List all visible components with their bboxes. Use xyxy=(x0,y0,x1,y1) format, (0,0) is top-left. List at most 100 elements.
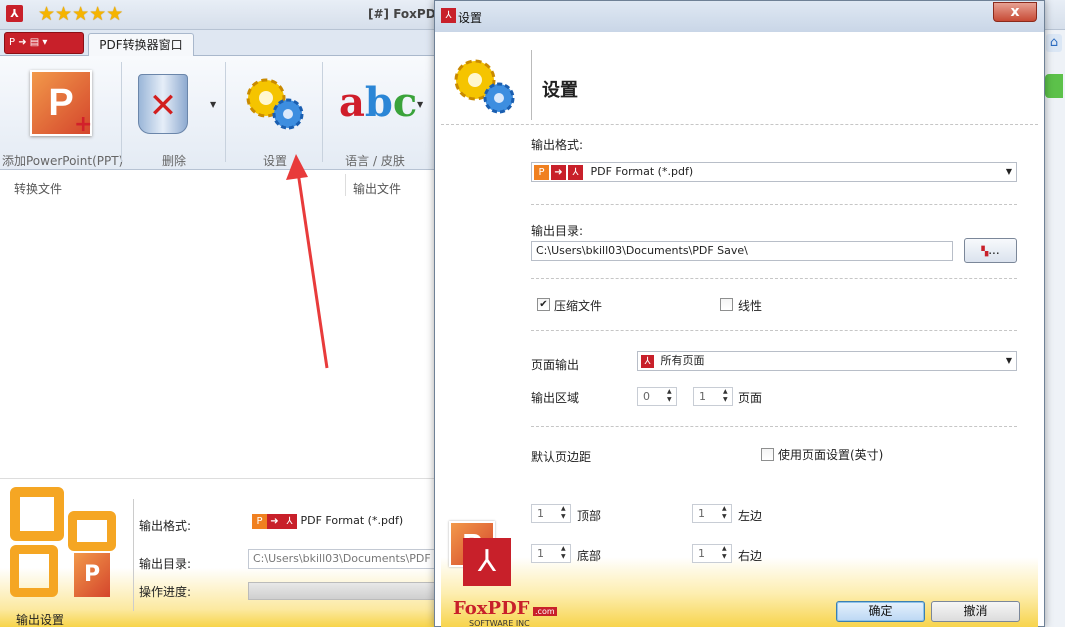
separator xyxy=(531,204,1017,205)
dir-label: 输出目录: xyxy=(139,557,192,571)
spin-down-icon[interactable]: ▼ xyxy=(722,553,730,561)
range-to-value: 1 xyxy=(699,390,706,403)
browse-button[interactable]: ▚... xyxy=(964,238,1017,263)
ppt-icon: P xyxy=(252,513,267,529)
pdf-file-icon: ⅄ xyxy=(463,538,511,586)
separator xyxy=(531,426,1017,427)
dialog-titlebar: ⅄ 设置 x xyxy=(435,1,1044,32)
range-to-spinner[interactable]: 1 ▲ ▼ xyxy=(693,387,733,406)
output-format-label: 输出格式: xyxy=(531,138,584,152)
star-icon[interactable]: ★ xyxy=(72,3,89,25)
settings-dialog: ⅄ 设置 x 设置 输出格式: P ➜ ⅄ PDF Format (*.pdf) ▼… xyxy=(434,0,1045,627)
home-icon[interactable]: ⌂ xyxy=(1046,34,1062,52)
logo-text: FoxPDF xyxy=(453,598,530,619)
spin-up-icon[interactable]: ▲ xyxy=(561,505,569,513)
output-format-select[interactable]: P ➜ ⅄ PDF Format (*.pdf) ▼ xyxy=(531,162,1017,182)
spin-up-icon[interactable]: ▲ xyxy=(723,388,731,396)
separator xyxy=(531,330,1017,331)
dropdown-arrow-icon[interactable]: ▼ xyxy=(210,100,216,109)
close-button[interactable]: x xyxy=(993,2,1037,22)
format-value: PDF Format (*.pdf) xyxy=(300,514,404,527)
column-divider[interactable] xyxy=(345,174,346,196)
spin-down-icon[interactable]: ▼ xyxy=(722,513,730,521)
recycle-bin-icon: ✕ xyxy=(138,74,188,134)
ribbon-divider xyxy=(322,62,323,162)
language-skin-label: 语言 / 皮肤 xyxy=(345,154,405,168)
margin-right-value: 1 xyxy=(698,547,705,560)
ribbon-divider xyxy=(225,62,226,162)
separator xyxy=(441,124,1038,125)
file-list[interactable] xyxy=(0,196,436,478)
tab-pdf-converter[interactable]: PDF转换器窗口 xyxy=(88,33,194,57)
linear-checkbox[interactable] xyxy=(720,298,733,311)
pdf-icon: ⅄ xyxy=(641,354,654,368)
column-convert-file[interactable]: 转换文件 xyxy=(14,180,62,197)
ribbon-divider xyxy=(121,62,122,162)
star-icon[interactable]: ★ xyxy=(89,3,106,25)
spin-down-icon[interactable]: ▼ xyxy=(667,396,675,404)
delete-label: 删除 xyxy=(161,154,186,168)
pdf-app-icon: ⅄ xyxy=(441,8,456,23)
range-from-spinner[interactable]: 0 ▲ ▼ xyxy=(637,387,677,406)
spin-up-icon[interactable]: ▲ xyxy=(561,545,569,553)
ok-button[interactable]: 确定 xyxy=(836,601,925,622)
default-margin-label: 默认页边距 xyxy=(531,450,592,464)
background-window-edge: ⌂ xyxy=(1045,30,1065,627)
compress-checkbox[interactable]: ✔ xyxy=(537,298,550,311)
logo-com: .com xyxy=(533,607,557,616)
format-label: 输出格式: xyxy=(139,519,192,533)
gears-icon xyxy=(454,59,515,114)
margin-right-label: 右边 xyxy=(738,549,763,563)
app-menu-button[interactable]: P ➜ ▤ ▾ xyxy=(4,32,84,54)
green-tab[interactable] xyxy=(1045,74,1063,98)
chevron-down-icon[interactable]: ▼ xyxy=(1006,163,1012,181)
add-powerpoint-button[interactable]: P + 添加PowerPoint(PPT) xyxy=(2,60,123,168)
spin-down-icon[interactable]: ▼ xyxy=(723,396,731,404)
office-logo-icon: P xyxy=(10,487,120,599)
range-unit-label: 页面 xyxy=(738,391,763,405)
page-output-select[interactable]: ⅄ 所有页面 ▼ xyxy=(637,351,1017,371)
heading-divider xyxy=(531,50,532,120)
dialog-heading: 设置 xyxy=(542,80,578,101)
margin-right-spinner[interactable]: 1 ▲ ▼ xyxy=(692,544,732,563)
compress-label: 压缩文件 xyxy=(554,299,603,313)
annotation-arrow xyxy=(286,154,329,369)
spin-down-icon[interactable]: ▼ xyxy=(561,513,569,521)
output-range-label: 输出区域 xyxy=(531,391,580,405)
abc-icon: abc xyxy=(339,79,418,126)
star-icon[interactable]: ★ xyxy=(55,3,72,25)
dropdown-arrow-icon[interactable]: ▼ xyxy=(417,100,423,109)
delete-button[interactable]: ✕ ▼ 删除 xyxy=(124,60,224,168)
panel-divider xyxy=(133,499,134,611)
margin-bottom-value: 1 xyxy=(537,547,544,560)
margin-left-spinner[interactable]: 1 ▲ ▼ xyxy=(692,504,732,523)
margin-bottom-spinner[interactable]: 1 ▲ ▼ xyxy=(531,544,571,563)
output-dir-label: 输出目录: xyxy=(531,224,584,238)
progress-bar xyxy=(248,582,436,600)
ppt-icon: P xyxy=(534,164,549,180)
margin-left-value: 1 xyxy=(698,507,705,520)
rating-stars[interactable]: ★★★★★ xyxy=(38,0,138,28)
dir-input[interactable]: C:\Users\bkill03\Documents\PDF Save xyxy=(248,549,436,569)
spin-up-icon[interactable]: ▲ xyxy=(667,388,675,396)
use-page-setup-checkbox[interactable] xyxy=(761,448,774,461)
column-output-file[interactable]: 输出文件 xyxy=(353,180,401,197)
dialog-title: 设置 xyxy=(458,11,483,25)
spin-up-icon[interactable]: ▲ xyxy=(722,505,730,513)
margin-top-spinner[interactable]: 1 ▲ ▼ xyxy=(531,504,571,523)
output-format-value: PDF Format (*.pdf) xyxy=(590,165,694,178)
format-select[interactable]: P ➜ ⅄ PDF Format (*.pdf) xyxy=(248,512,436,532)
cancel-button[interactable]: 撤消 xyxy=(931,601,1020,622)
linear-label: 线性 xyxy=(738,299,763,313)
range-from-value: 0 xyxy=(643,390,650,403)
chevron-down-icon[interactable]: ▼ xyxy=(1006,352,1012,370)
language-skin-button[interactable]: abc ▼ 语言 / 皮肤 xyxy=(325,60,433,168)
star-icon[interactable]: ★ xyxy=(38,3,55,25)
spin-up-icon[interactable]: ▲ xyxy=(722,545,730,553)
star-icon[interactable]: ★ xyxy=(106,3,123,25)
file-list-header: 转换文件 输出文件 xyxy=(0,170,436,196)
margin-top-value: 1 xyxy=(537,507,544,520)
output-dir-input[interactable]: C:\Users\bkill03\Documents\PDF Save\ xyxy=(531,241,953,261)
page-output-label: 页面输出 xyxy=(531,358,580,372)
spin-down-icon[interactable]: ▼ xyxy=(561,553,569,561)
